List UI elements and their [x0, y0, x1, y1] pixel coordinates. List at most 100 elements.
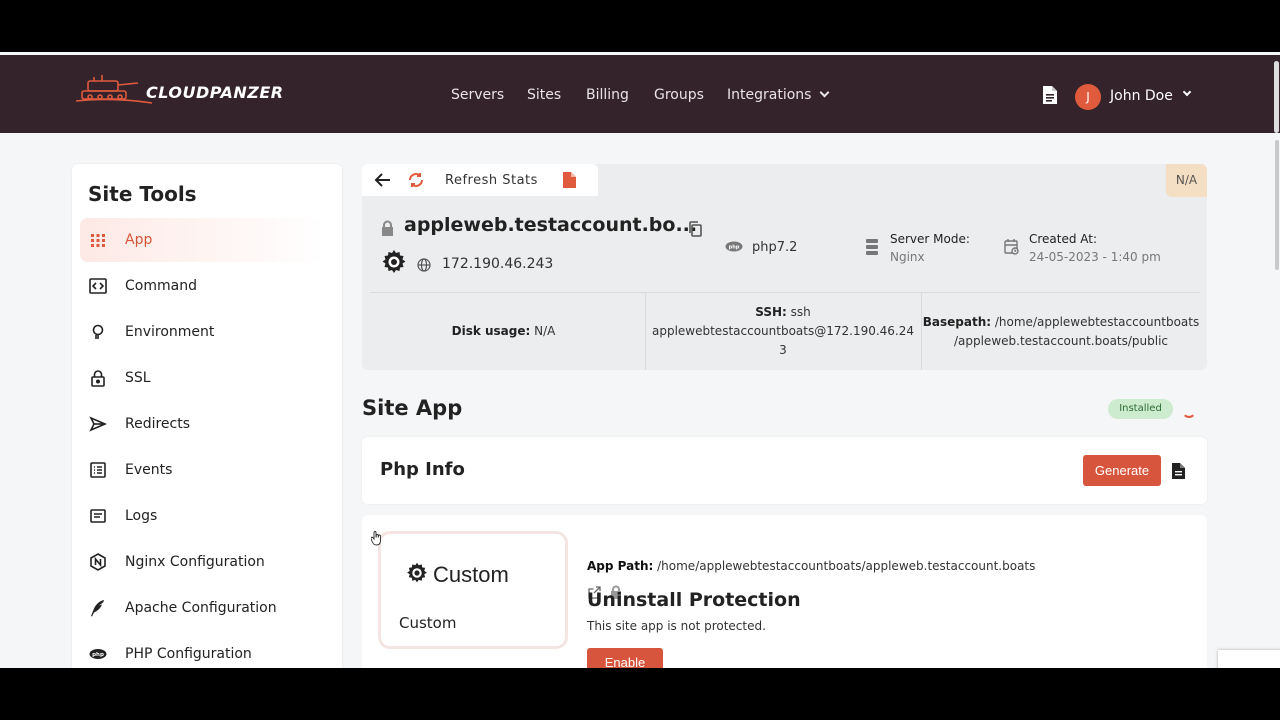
site-domain: appleweb.testaccount.bo...	[404, 214, 698, 236]
sidebar-item-label: Logs	[125, 508, 158, 524]
app-logo-card: Custom Custom	[378, 531, 568, 649]
sidebar-item-label: Redirects	[125, 416, 191, 432]
nav-integrations-label: Integrations	[727, 87, 812, 103]
basepath-info: Basepath: /home/applewebtestaccountboats…	[921, 313, 1201, 351]
sidebar-item-label: Environment	[125, 324, 215, 340]
list-icon	[90, 462, 106, 478]
page-scrollbar-thumb[interactable]	[1275, 140, 1279, 270]
php-info-title: Php Info	[380, 459, 465, 480]
file-icon[interactable]	[562, 171, 577, 189]
enable-button[interactable]: Enable	[587, 648, 663, 668]
server-icon	[866, 239, 878, 255]
site-ip: 172.190.46.243	[442, 256, 554, 272]
svg-text:php: php	[92, 652, 104, 658]
sidebar-item-command[interactable]: Command	[80, 264, 326, 308]
status-badge: N/A	[1166, 164, 1207, 197]
sidebar-item-ssl[interactable]: SSL	[80, 356, 326, 400]
nav-integrations[interactable]: Integrations	[727, 87, 830, 103]
site-app-card: Custom Custom App Path: /home/applewebte…	[362, 515, 1207, 668]
document-icon[interactable]	[1171, 462, 1186, 480]
php-version: php7.2	[752, 240, 798, 255]
brand-name[interactable]: CLOUDPANZER	[146, 83, 284, 102]
sidebar-item-label: App	[125, 232, 153, 248]
sidebar-item-label: PHP Configuration	[125, 646, 252, 662]
grid-icon	[91, 234, 105, 247]
user-menu-chevron-icon[interactable]	[1182, 87, 1192, 97]
disk-usage: Disk usage: N/A	[362, 322, 645, 341]
nav-servers[interactable]: Servers	[451, 87, 504, 103]
feather-icon	[91, 600, 104, 617]
ssh-value: ssh	[790, 305, 811, 319]
basepath-value: /home/applewebtestaccountboats	[994, 315, 1200, 329]
sidebar-item-environment[interactable]: Environment	[80, 310, 326, 354]
app-path-label: App Path:	[587, 559, 654, 573]
scrollbar-track[interactable]	[1274, 61, 1279, 133]
user-name[interactable]: John Doe	[1110, 88, 1173, 104]
top-navbar: CLOUDPANZER Servers Sites Billing Groups…	[0, 55, 1280, 133]
sidebar-item-label: SSL	[125, 370, 151, 386]
nav-groups[interactable]: Groups	[654, 87, 704, 103]
sidebar-item-label: Apache Configuration	[125, 600, 277, 616]
sidebar-title: Site Tools	[88, 182, 197, 206]
sidebar-item-label: Events	[125, 462, 173, 478]
app-logo-text: Custom	[433, 562, 509, 587]
site-tools-sidebar: Site Tools App Command Environment SSL R…	[72, 164, 342, 668]
gear-icon	[407, 562, 427, 583]
sidebar-item-events[interactable]: Events	[80, 448, 326, 492]
app-path-value: /home/applewebtestaccountboats/appleweb.…	[657, 559, 1036, 573]
document-icon[interactable]	[1042, 85, 1058, 105]
gear-icon	[382, 250, 406, 273]
browser-viewport: CLOUDPANZER Servers Sites Billing Groups…	[0, 52, 1280, 668]
nav-sites[interactable]: Sites	[527, 87, 561, 103]
generate-button[interactable]: Generate	[1083, 455, 1161, 486]
loading-spinner-icon	[1182, 404, 1196, 418]
sidebar-item-php[interactable]: php PHP Configuration	[80, 632, 326, 668]
sidebar-item-redirects[interactable]: Redirects	[80, 402, 326, 446]
disk-usage-value: N/A	[534, 324, 556, 338]
sidebar-item-label: Nginx Configuration	[125, 554, 265, 570]
svg-text:php: php	[729, 245, 740, 251]
app-path[interactable]: App Path: /home/applewebtestaccountboats…	[587, 559, 1035, 573]
server-mode-label: Server Mode:	[890, 232, 970, 246]
panel-divider	[370, 292, 1200, 293]
ssh-value: applewebtestaccountboats@172.190.46.24	[651, 324, 915, 338]
basepath-value: /appleweb.testaccount.boats/public	[953, 334, 1169, 348]
php-icon: php	[89, 649, 107, 659]
app-name: Custom	[399, 614, 457, 632]
copy-icon[interactable]	[687, 220, 703, 238]
user-avatar[interactable]: J	[1075, 84, 1101, 110]
ssh-value: 3	[779, 343, 787, 357]
back-arrow-icon[interactable]	[374, 172, 392, 188]
php-icon: php	[725, 241, 743, 252]
refresh-icon[interactable]	[407, 171, 425, 189]
created-at-label: Created At:	[1029, 232, 1098, 246]
uninstall-protection-title: Uninstall Protection	[587, 589, 801, 611]
sidebar-item-logs[interactable]: Logs	[80, 494, 326, 538]
code-icon	[89, 278, 107, 294]
sidebar-item-nginx[interactable]: Nginx Configuration	[80, 540, 326, 584]
refresh-stats-button[interactable]: Refresh Stats	[445, 173, 538, 188]
disk-usage-label: Disk usage:	[451, 324, 531, 338]
server-mode-value: Nginx	[890, 250, 925, 264]
bulb-icon	[92, 324, 104, 339]
log-icon	[90, 509, 106, 523]
lock-icon	[382, 220, 393, 236]
site-app-heading: Site App	[362, 396, 463, 420]
calendar-clock-icon	[1004, 239, 1019, 255]
basepath-label: Basepath:	[922, 315, 992, 329]
nav-billing[interactable]: Billing	[586, 87, 629, 103]
created-at-value: 24-05-2023 - 1:40 pm	[1029, 250, 1161, 264]
php-info-card: Php Info Generate	[362, 437, 1207, 504]
ssh-label: SSH:	[755, 305, 787, 319]
nginx-icon	[90, 553, 106, 571]
sidebar-item-apache[interactable]: Apache Configuration	[80, 586, 326, 630]
ssh-info[interactable]: SSH: ssh applewebtestaccountboats@172.190…	[645, 303, 921, 360]
chevron-down-icon	[819, 87, 830, 98]
protection-status-text: This site app is not protected.	[587, 619, 766, 633]
sidebar-item-app[interactable]: App	[80, 218, 326, 262]
lock-icon	[91, 370, 105, 387]
sidebar-item-label: Command	[125, 278, 197, 294]
globe-icon	[417, 258, 431, 272]
installed-badge: Installed	[1108, 399, 1173, 419]
recaptcha-badge[interactable]	[1218, 650, 1280, 668]
